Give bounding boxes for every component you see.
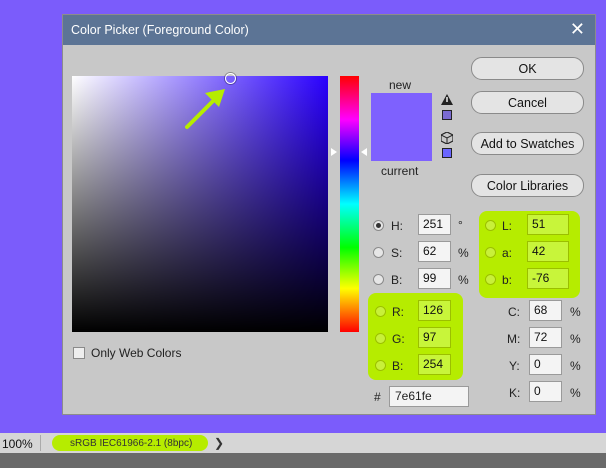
b-lab-label: b:: [502, 273, 513, 287]
color-libraries-button[interactable]: Color Libraries: [471, 174, 584, 197]
current-label: current: [381, 164, 419, 178]
add-to-swatches-button[interactable]: Add to Swatches: [471, 132, 584, 155]
color-profile-text: sRGB IEC61966-2.1 (8bpc): [70, 438, 193, 449]
web-safe-color-swatch[interactable]: [442, 148, 452, 158]
b-rgb-input[interactable]: 254: [418, 354, 451, 375]
radio-r[interactable]: [375, 306, 386, 317]
b-hsb-label: B:: [391, 273, 403, 287]
g-input[interactable]: 97: [418, 327, 451, 348]
radio-h[interactable]: [373, 220, 384, 231]
radio-a[interactable]: [485, 247, 496, 258]
y-input[interactable]: 0: [529, 354, 562, 375]
s-label: S:: [391, 246, 403, 260]
a-label: a:: [502, 246, 513, 260]
h-label: H:: [391, 219, 403, 233]
status-bar: 100% sRGB IEC61966-2.1 (8bpc) ❯: [0, 433, 606, 453]
h-unit: °: [458, 218, 463, 232]
b-hsb-unit: %: [458, 273, 469, 287]
new-color-swatch: [371, 93, 432, 127]
y-unit: %: [570, 359, 581, 373]
s-input[interactable]: 62: [418, 241, 451, 262]
lab-highlight: L: 51 a: 42 b: -76: [479, 211, 580, 298]
c-label: C:: [508, 305, 520, 319]
k-input[interactable]: 0: [529, 381, 562, 402]
dialog-title: Color Picker (Foreground Color): [71, 23, 249, 37]
k-label: K:: [509, 386, 521, 400]
cancel-button[interactable]: Cancel: [471, 91, 584, 114]
c-unit: %: [570, 305, 581, 319]
hue-slider-right-handle[interactable]: [361, 148, 367, 156]
gamut-color-swatch[interactable]: [442, 110, 452, 120]
current-color-swatch[interactable]: [371, 127, 432, 161]
new-label: new: [389, 78, 412, 92]
a-input[interactable]: 42: [527, 241, 569, 262]
annotation-arrow-icon: [185, 89, 225, 129]
zoom-level[interactable]: 100%: [2, 437, 33, 451]
h-input[interactable]: 251: [418, 214, 451, 235]
web-safe-cube-icon[interactable]: [441, 132, 453, 144]
radio-b-hsb[interactable]: [373, 274, 384, 285]
close-icon[interactable]: ✕: [570, 19, 585, 40]
g-label: G:: [392, 332, 405, 346]
k-unit: %: [570, 386, 581, 400]
s-unit: %: [458, 246, 469, 260]
l-input[interactable]: 51: [527, 214, 569, 235]
hex-hash-label: #: [374, 390, 381, 404]
bottom-strip: [0, 453, 606, 468]
ok-button[interactable]: OK: [471, 57, 584, 80]
b-hsb-input[interactable]: 99: [418, 268, 451, 289]
radio-b-lab[interactable]: [485, 274, 496, 285]
only-web-colors-checkbox[interactable]: [73, 347, 85, 359]
b-rgb-label: B:: [392, 359, 404, 373]
y-label: Y:: [509, 359, 520, 373]
m-input[interactable]: 72: [529, 327, 562, 348]
chevron-right-icon[interactable]: ❯: [214, 436, 224, 450]
hue-slider[interactable]: [340, 76, 359, 332]
m-label: M:: [507, 332, 521, 346]
color-picker-dialog: Color Picker (Foreground Color) ✕ new cu…: [62, 14, 596, 415]
radio-b-rgb[interactable]: [375, 360, 386, 371]
r-label: R:: [392, 305, 404, 319]
l-label: L:: [502, 219, 513, 233]
gamut-warning-icon[interactable]: [441, 94, 453, 106]
c-input[interactable]: 68: [529, 300, 562, 321]
m-unit: %: [570, 332, 581, 346]
title-bar: Color Picker (Foreground Color) ✕: [63, 15, 595, 45]
b-lab-input[interactable]: -76: [527, 268, 569, 289]
radio-s[interactable]: [373, 247, 384, 258]
status-divider: [40, 435, 41, 451]
hue-slider-left-handle[interactable]: [331, 148, 337, 156]
radio-g[interactable]: [375, 333, 386, 344]
only-web-colors-label[interactable]: Only Web Colors: [91, 346, 181, 360]
radio-l[interactable]: [485, 220, 496, 231]
rgb-highlight: R: 126 G: 97 B: 254: [368, 293, 463, 380]
hex-input[interactable]: 7e61fe: [389, 386, 469, 407]
r-input[interactable]: 126: [418, 300, 451, 321]
